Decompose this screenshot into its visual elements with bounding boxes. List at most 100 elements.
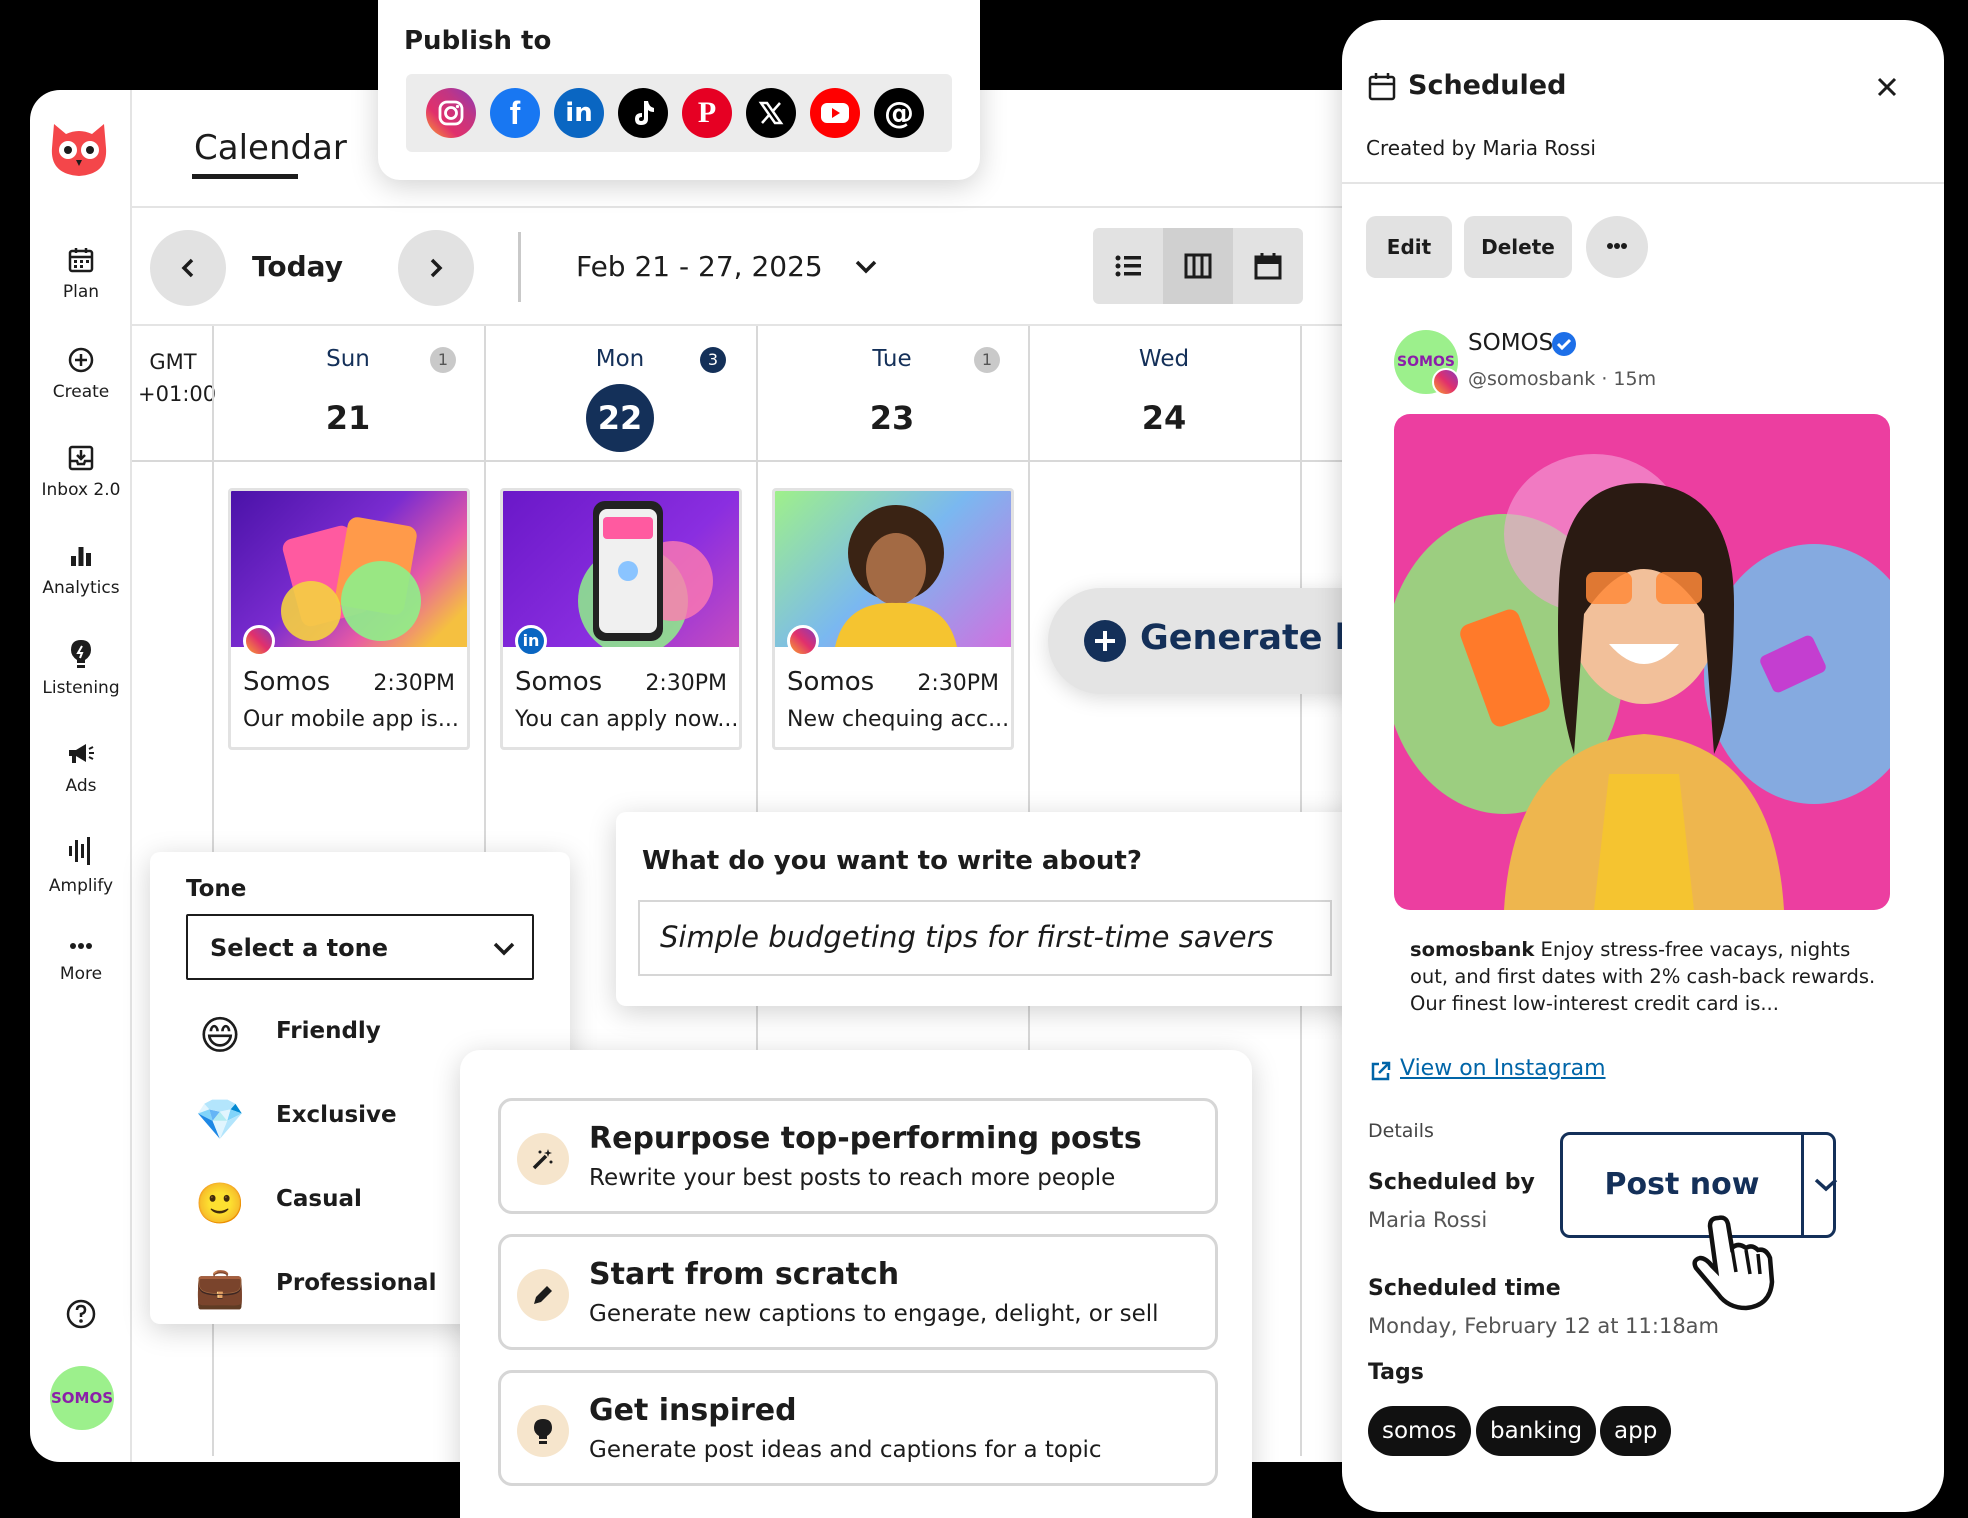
- megaphone-icon: [66, 740, 96, 768]
- plus-circle-icon: [67, 346, 95, 374]
- linkedin-icon[interactable]: in: [554, 88, 604, 138]
- caption-text-line: Enjoy stress-free vacays, nights: [1541, 938, 1851, 961]
- view-on-instagram-link[interactable]: View on Instagram: [1400, 1056, 1606, 1081]
- chevron-left-icon: [179, 257, 197, 279]
- date-range-select[interactable]: Feb 21 - 27, 2025: [576, 250, 823, 283]
- pinterest-icon[interactable]: P: [682, 88, 732, 138]
- chevron-down-icon: [492, 940, 516, 958]
- tag-chip[interactable]: app: [1600, 1406, 1671, 1456]
- account-name: SOMOS: [1468, 330, 1553, 356]
- sidebar-label: Create: [53, 382, 110, 402]
- month-view-button[interactable]: [1233, 228, 1303, 304]
- tags-label: Tags: [1368, 1360, 1424, 1385]
- instagram-icon[interactable]: [426, 88, 476, 138]
- header-divider: [132, 206, 1410, 208]
- day-name-mon: Mon: [580, 346, 660, 372]
- external-link-icon: [1370, 1060, 1392, 1082]
- avatar[interactable]: SOMOS: [50, 1366, 114, 1430]
- day-number-wed[interactable]: 24: [1130, 384, 1198, 452]
- option-start-from-scratch[interactable]: Start from scratch Generate new captions…: [498, 1234, 1218, 1350]
- calendar-post-card[interactable]: Somos 2:30PM Our mobile app is...: [228, 488, 470, 750]
- more-icon: [1605, 240, 1629, 252]
- sidebar: Plan Create Inbox 2.0 Analytics Listenin…: [30, 90, 132, 1462]
- sidebar-item-amplify[interactable]: Amplify: [30, 834, 132, 896]
- post-thumbnail: [231, 491, 467, 647]
- scheduled-time-value: Monday, February 12 at 11:18am: [1368, 1314, 1719, 1338]
- calendar-post-card[interactable]: in Somos 2:30PM You can apply now...: [500, 488, 742, 750]
- publish-to-card: Publish to f in P @: [378, 0, 980, 180]
- tone-option-label: Exclusive: [276, 1102, 397, 1128]
- toolbar-divider-bottom: [132, 324, 1410, 326]
- plus-circle-icon: [1084, 620, 1126, 662]
- sidebar-label: Listening: [42, 678, 119, 698]
- day-number-tue[interactable]: 23: [858, 384, 926, 452]
- post-thumbnail: [775, 491, 1011, 647]
- post-caption: somosbank Enjoy stress-free vacays, nigh…: [1410, 936, 1890, 1017]
- sidebar-item-create[interactable]: Create: [30, 346, 132, 402]
- youtube-icon[interactable]: [810, 88, 860, 138]
- more-options-button[interactable]: [1586, 216, 1648, 278]
- tone-select-value: Select a tone: [210, 934, 388, 962]
- calendar-post-card[interactable]: Somos 2:30PM New chequing acc...: [772, 488, 1014, 750]
- write-about-question: What do you want to write about?: [642, 846, 1142, 876]
- scheduled-divider: [1342, 182, 1944, 184]
- facebook-icon[interactable]: f: [490, 88, 540, 138]
- sidebar-item-listening[interactable]: Listening: [30, 638, 132, 698]
- today-button[interactable]: Today: [252, 250, 343, 283]
- hootsuite-logo: [46, 118, 112, 180]
- day-name-sun: Sun: [308, 346, 388, 372]
- tag-chip[interactable]: somos: [1368, 1406, 1471, 1456]
- sidebar-item-analytics[interactable]: Analytics: [30, 542, 132, 598]
- option-subtitle: Generate new captions to engage, delight…: [589, 1301, 1159, 1327]
- chevron-down-icon[interactable]: [1830, 1176, 1854, 1194]
- help-icon[interactable]: [65, 1298, 97, 1330]
- calendar-icon: [1368, 72, 1396, 102]
- tone-select[interactable]: Select a tone: [186, 914, 534, 980]
- list-icon: [1114, 254, 1142, 278]
- next-week-button[interactable]: [398, 230, 474, 306]
- bar-chart-icon: [67, 542, 95, 570]
- week-view-button[interactable]: [1163, 228, 1233, 304]
- grinning-face-icon: 😄: [194, 1010, 246, 1062]
- topic-input[interactable]: Simple budgeting tips for first-time sav…: [638, 900, 1332, 976]
- day-number-mon-today[interactable]: 22: [586, 384, 654, 452]
- day-number-sun[interactable]: 21: [314, 384, 382, 452]
- sidebar-label: Analytics: [42, 578, 119, 598]
- delete-button[interactable]: Delete: [1464, 216, 1572, 278]
- sidebar-item-more[interactable]: More: [30, 936, 132, 984]
- sidebar-item-ads[interactable]: Ads: [30, 740, 132, 796]
- sidebar-item-plan[interactable]: Plan: [30, 246, 132, 302]
- date-range-label: Feb 21 - 27, 2025: [576, 250, 823, 283]
- sidebar-item-inbox[interactable]: Inbox 2.0: [30, 444, 132, 500]
- sidebar-label: Inbox 2.0: [42, 480, 121, 500]
- amplify-icon: [66, 834, 96, 868]
- tone-title: Tone: [186, 876, 246, 902]
- tag-chip[interactable]: banking: [1476, 1406, 1596, 1456]
- post-account: Somos: [515, 667, 602, 697]
- threads-icon[interactable]: @: [874, 88, 924, 138]
- columns-icon: [1184, 253, 1212, 279]
- post-time: 2:30PM: [917, 671, 999, 696]
- close-icon[interactable]: [1876, 76, 1898, 98]
- chevron-right-icon: [427, 257, 445, 279]
- post-thumbnail: [503, 491, 739, 647]
- instagram-icon: [787, 625, 819, 657]
- page-title-underline: [192, 174, 298, 179]
- chevron-down-icon[interactable]: [854, 258, 878, 280]
- option-title: Start from scratch: [589, 1257, 899, 1292]
- smiling-face-icon: 🙂: [194, 1178, 246, 1230]
- x-icon[interactable]: [746, 88, 796, 138]
- hand-cursor-icon: [1688, 1212, 1780, 1312]
- option-repurpose[interactable]: Repurpose top-performing posts Rewrite y…: [498, 1098, 1218, 1214]
- scheduled-panel: Scheduled Created by Maria Rossi Edit De…: [1342, 20, 1944, 1512]
- option-title: Get inspired: [589, 1393, 797, 1428]
- option-get-inspired[interactable]: Get inspired Generate post ideas and cap…: [498, 1370, 1218, 1486]
- tone-option-label: Professional: [276, 1270, 436, 1296]
- sidebar-label: Ads: [66, 776, 97, 796]
- prev-week-button[interactable]: [150, 230, 226, 306]
- tiktok-icon[interactable]: [618, 88, 668, 138]
- page-title: Calendar: [194, 128, 347, 168]
- edit-button[interactable]: Edit: [1366, 216, 1452, 278]
- list-view-button[interactable]: [1093, 228, 1163, 304]
- calendar-icon: [67, 246, 95, 274]
